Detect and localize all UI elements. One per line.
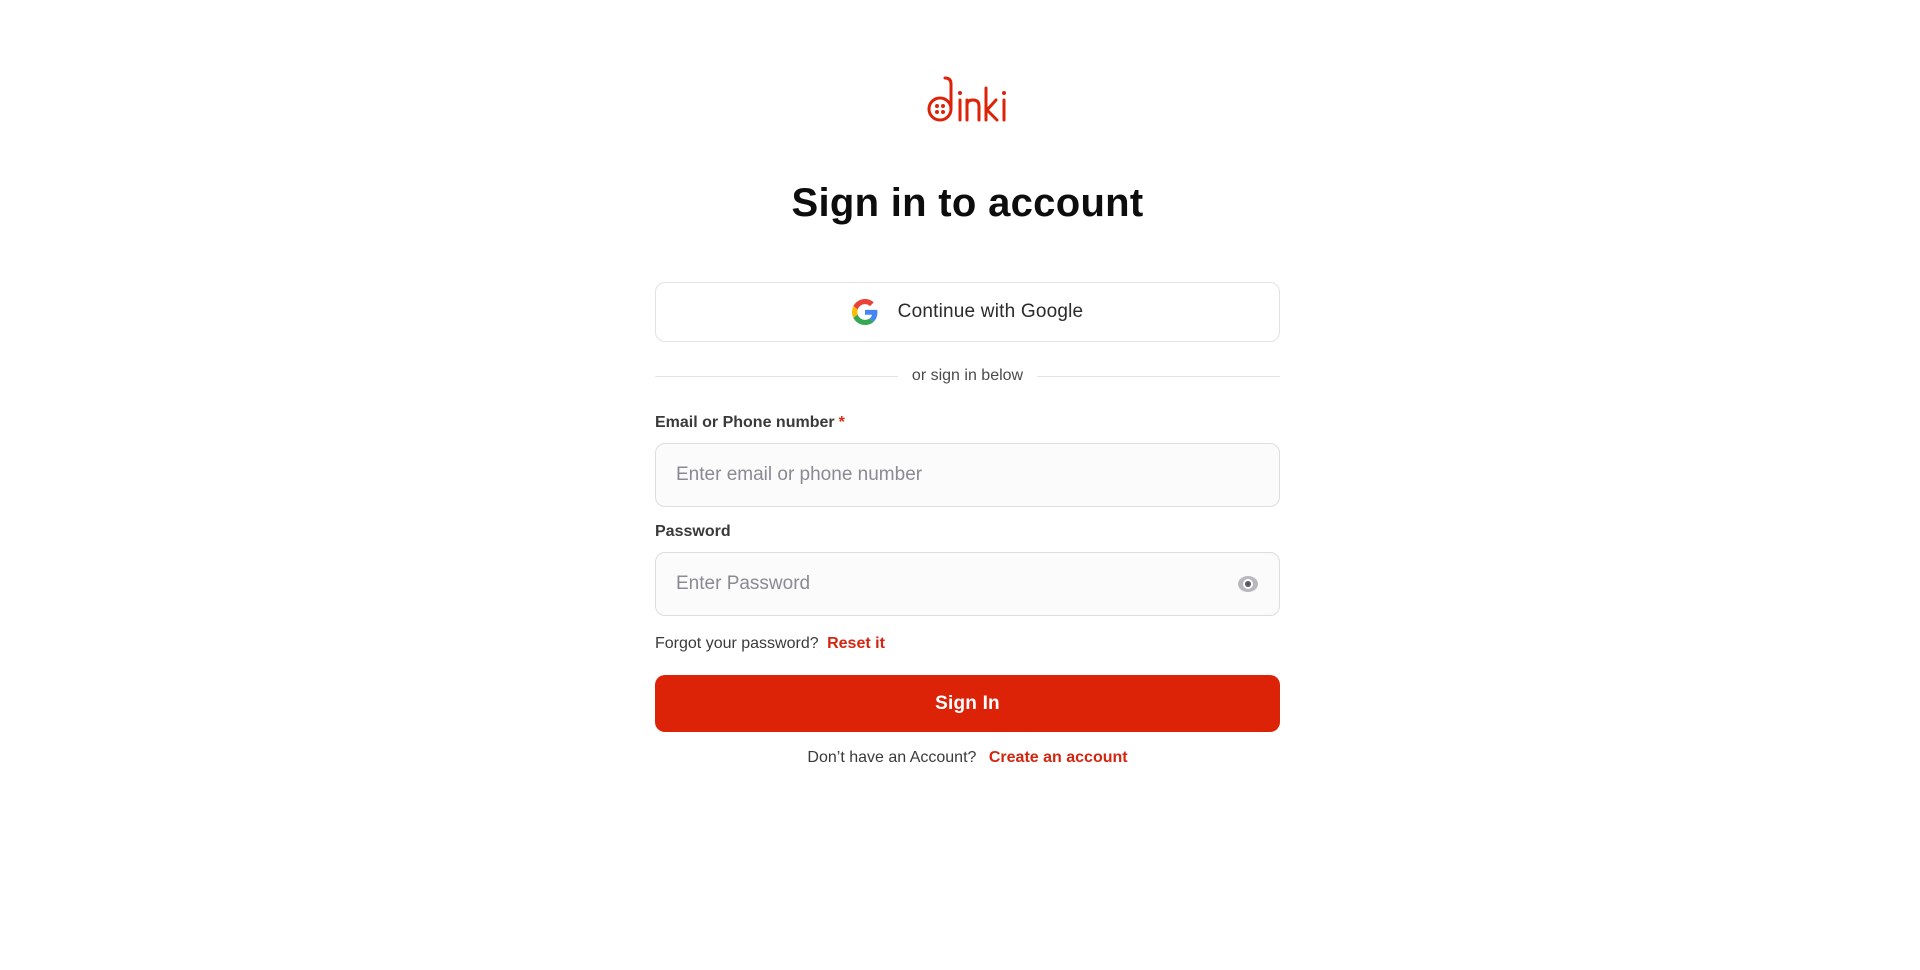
sign-in-button[interactable]: Sign In: [655, 675, 1280, 732]
divider-text: or sign in below: [911, 367, 1024, 384]
google-button-label: Continue with Google: [897, 301, 1084, 322]
page-title: Sign in to account: [791, 181, 1144, 225]
divider-line-left: [655, 375, 898, 377]
google-icon: [851, 299, 878, 325]
divider-line-right: [1037, 375, 1281, 377]
dinki-logo[interactable]: dinki: [926, 74, 1012, 126]
sign-in-page: dinki Sign in to account Continue with G…: [0, 0, 1920, 970]
required-marker: *: [838, 414, 845, 431]
email-input-wrapper: [655, 443, 1280, 507]
reset-password-link[interactable]: Reset it: [827, 635, 885, 652]
password-field-label: Password: [655, 523, 731, 540]
password-input[interactable]: [656, 553, 1216, 615]
signup-row: Don’t have an Account? Create an account: [655, 749, 1280, 767]
email-field-label: Email or Phone number *: [655, 414, 845, 432]
forgot-password-row: Forgot your password? Reset it: [655, 635, 885, 653]
email-label-text: Email or Phone number: [655, 414, 835, 431]
email-or-phone-input[interactable]: [656, 444, 1216, 506]
logo-mark-icon: [927, 76, 1006, 122]
continue-with-google-button[interactable]: Continue with Google: [655, 282, 1280, 342]
password-input-wrapper: [655, 552, 1280, 616]
eye-icon[interactable]: [1237, 574, 1259, 594]
create-account-link[interactable]: Create an account: [989, 749, 1128, 766]
forgot-password-text: Forgot your password?: [655, 635, 819, 652]
no-account-text: Don’t have an Account?: [807, 749, 977, 766]
or-divider: or sign in below: [655, 364, 1281, 388]
